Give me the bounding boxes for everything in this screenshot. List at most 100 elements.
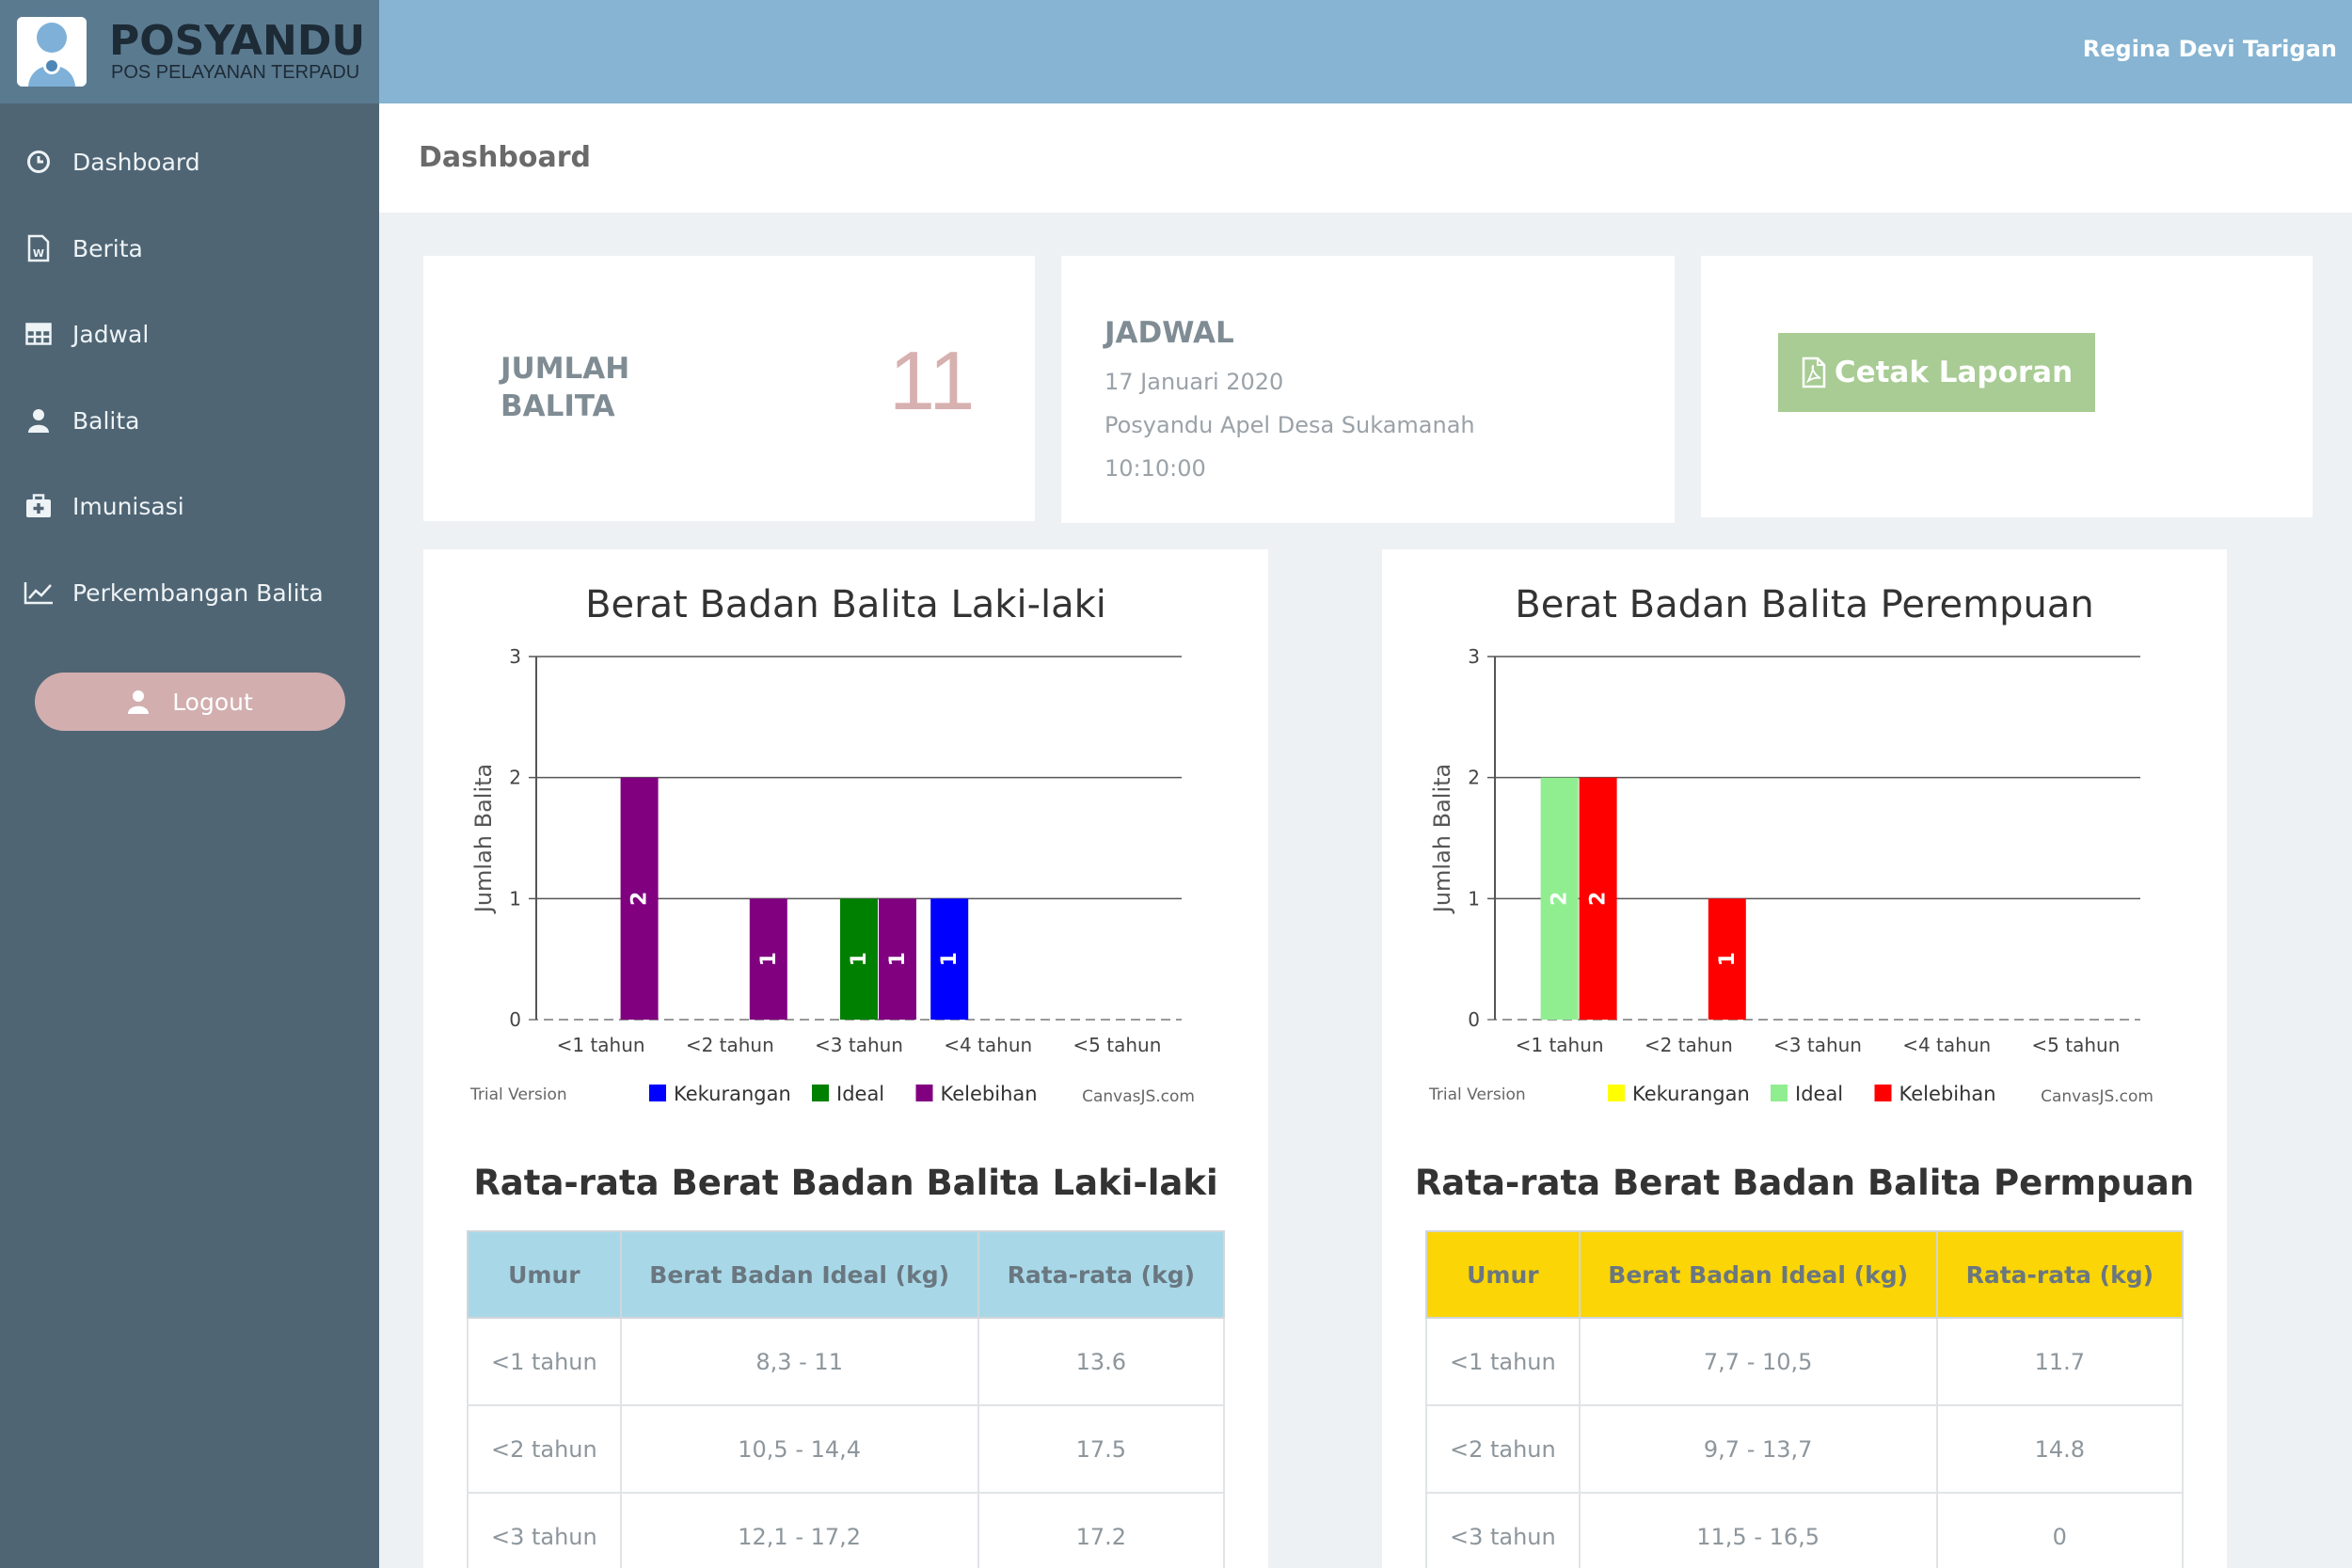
medkit-icon bbox=[24, 491, 54, 521]
jumlah-balita-card: JUMLAH BALITA 11 bbox=[423, 256, 1035, 521]
document-icon: W bbox=[24, 233, 54, 263]
x-tick-label: <2 tahun bbox=[686, 1034, 774, 1056]
cell-umur: <1 tahun bbox=[1425, 1317, 1581, 1406]
chart-laki-laki: Berat Badan Balita Laki-laki Jumlah Balit… bbox=[469, 583, 1195, 1106]
bar-data-label: 1 bbox=[938, 952, 961, 966]
chart-perempuan: Berat Badan Balita Perempuan Jumlah Balit… bbox=[1428, 583, 2153, 1106]
bar-data-label: 2 bbox=[1549, 892, 1572, 906]
column-header-rata-rata: Rata-rata (kg) bbox=[1935, 1230, 2185, 1319]
user-icon bbox=[127, 689, 150, 714]
table-row: <3 tahun 12,1 - 17,2 17.2 bbox=[467, 1492, 1226, 1568]
cell-berat-ideal: 10,5 - 14,4 bbox=[619, 1404, 979, 1494]
sidebar-item-berita[interactable]: W Berita bbox=[0, 215, 379, 281]
legend-swatch bbox=[1874, 1085, 1892, 1101]
column-header-berat-ideal: Berat Badan Ideal (kg) bbox=[619, 1230, 979, 1319]
chart-panel-perempuan: Berat Badan Balita Perempuan Jumlah Balit… bbox=[1382, 549, 2227, 1568]
cell-umur: <2 tahun bbox=[467, 1404, 622, 1494]
svg-text:W: W bbox=[33, 247, 44, 260]
sidebar-item-dashboard[interactable]: Dashboard bbox=[0, 129, 379, 195]
page-header: Dashboard bbox=[379, 103, 2352, 213]
chart-credit: CanvasJS.com bbox=[2041, 1087, 2153, 1106]
logout-button[interactable]: Logout bbox=[35, 673, 345, 731]
jadwal-place: Posyandu Apel Desa Sukamanah bbox=[1104, 412, 1475, 438]
legend-swatch bbox=[915, 1085, 933, 1101]
table-row: <1 tahun 8,3 - 11 13.6 bbox=[467, 1317, 1226, 1406]
legend-swatch bbox=[1771, 1085, 1788, 1101]
brand-subtitle: POS PELAYANAN TERPADU bbox=[111, 62, 360, 83]
sidebar-item-label: Berita bbox=[72, 234, 143, 262]
jumlah-balita-label: JUMLAH BALITA bbox=[501, 352, 630, 423]
y-tick-label: 2 bbox=[509, 767, 521, 789]
chart-credit: CanvasJS.com bbox=[1082, 1087, 1195, 1106]
bar-data-label: 2 bbox=[1587, 892, 1611, 906]
user-name[interactable]: Regina Devi Tarigan bbox=[2083, 36, 2337, 62]
column-header-umur: Umur bbox=[467, 1230, 622, 1319]
chart-title: Berat Badan Balita Laki-laki bbox=[585, 583, 1106, 626]
table-row: <3 tahun 11,5 - 16,5 0 bbox=[1425, 1492, 2185, 1568]
cetak-laporan-button[interactable]: Cetak Laporan bbox=[1778, 333, 2095, 412]
jumlah-balita-value: 11 bbox=[889, 334, 976, 427]
clock-icon bbox=[24, 147, 54, 177]
chart-panel-laki-laki: Berat Badan Balita Laki-laki Jumlah Balit… bbox=[423, 549, 1268, 1568]
x-tick-label: <3 tahun bbox=[815, 1034, 903, 1056]
x-tick-label: <3 tahun bbox=[1773, 1034, 1862, 1056]
cell-rata-rata: 0 bbox=[1935, 1492, 2185, 1568]
sidebar-item-label: Perkembangan Balita bbox=[72, 578, 324, 607]
user-icon bbox=[24, 405, 54, 436]
y-tick-label: 0 bbox=[509, 1008, 521, 1031]
legend-label: Kelebihan bbox=[941, 1083, 1038, 1105]
brand[interactable]: POSYANDU POS PELAYANAN TERPADU bbox=[0, 0, 379, 103]
x-tick-label: <1 tahun bbox=[557, 1034, 645, 1056]
cell-umur: <1 tahun bbox=[467, 1317, 622, 1406]
cetak-laporan-label: Cetak Laporan bbox=[1834, 356, 2074, 389]
sidebar-item-imunisasi[interactable]: Imunisasi bbox=[0, 473, 379, 539]
y-axis-label: Jumlah Balita bbox=[470, 764, 497, 915]
avg-table-perempuan: Umur Berat Badan Ideal (kg) Rata-rata (k… bbox=[1425, 1230, 2185, 1568]
sidebar-item-label: Jadwal bbox=[72, 320, 150, 348]
brand-title: POSYANDU bbox=[109, 17, 366, 65]
cell-berat-ideal: 8,3 - 11 bbox=[619, 1317, 979, 1406]
column-header-rata-rata: Rata-rata (kg) bbox=[977, 1230, 1226, 1319]
y-tick-label: 3 bbox=[1468, 645, 1480, 668]
jadwal-time: 10:10:00 bbox=[1104, 455, 1206, 482]
table-row: <2 tahun 9,7 - 13,7 14.8 bbox=[1425, 1404, 2185, 1494]
cell-rata-rata: 17.5 bbox=[977, 1404, 1226, 1494]
column-header-umur: Umur bbox=[1425, 1230, 1581, 1319]
table-icon bbox=[24, 319, 54, 349]
cell-umur: <3 tahun bbox=[1425, 1492, 1581, 1568]
column-header-berat-ideal: Berat Badan Ideal (kg) bbox=[1578, 1230, 1938, 1319]
cell-berat-ideal: 9,7 - 13,7 bbox=[1578, 1404, 1938, 1494]
x-tick-label: <4 tahun bbox=[1902, 1034, 1991, 1056]
x-tick-label: <5 tahun bbox=[2031, 1034, 2120, 1056]
sidebar-item-label: Balita bbox=[72, 406, 140, 435]
cell-rata-rata: 13.6 bbox=[977, 1317, 1226, 1406]
cell-berat-ideal: 11,5 - 16,5 bbox=[1578, 1492, 1938, 1568]
legend-swatch bbox=[1608, 1085, 1625, 1101]
x-tick-label: <5 tahun bbox=[1073, 1034, 1161, 1056]
table-row: <1 tahun 7,7 - 10,5 11.7 bbox=[1425, 1317, 2185, 1406]
logout-label: Logout bbox=[172, 688, 253, 716]
cell-berat-ideal: 7,7 - 10,5 bbox=[1578, 1317, 1938, 1406]
sidebar-item-jadwal[interactable]: Jadwal bbox=[0, 301, 379, 367]
sidebar-item-balita[interactable]: Balita bbox=[0, 388, 379, 453]
cell-rata-rata: 14.8 bbox=[1935, 1404, 2185, 1494]
jadwal-date: 17 Januari 2020 bbox=[1104, 369, 1284, 395]
sidebar-item-perkembangan-balita[interactable]: Perkembangan Balita bbox=[0, 560, 379, 626]
jadwal-title: JADWAL bbox=[1104, 316, 1234, 350]
page-title: Dashboard bbox=[419, 141, 591, 174]
line-chart-icon bbox=[24, 578, 54, 608]
cell-berat-ideal: 12,1 - 17,2 bbox=[619, 1492, 979, 1568]
bar-data-label: 2 bbox=[628, 892, 652, 906]
bar-data-label: 1 bbox=[757, 952, 781, 966]
bar-data-label: 1 bbox=[1716, 952, 1740, 966]
cell-umur: <2 tahun bbox=[1425, 1404, 1581, 1494]
chart-watermark: Trial Version bbox=[1428, 1085, 1526, 1104]
sidebar-item-label: Imunisasi bbox=[72, 492, 184, 520]
x-tick-label: <1 tahun bbox=[1516, 1034, 1604, 1056]
legend-label: Ideal bbox=[836, 1083, 884, 1105]
y-axis-label: Jumlah Balita bbox=[1429, 764, 1455, 915]
legend-swatch bbox=[812, 1085, 829, 1101]
x-tick-label: <2 tahun bbox=[1645, 1034, 1733, 1056]
avg-table-laki-laki: Umur Berat Badan Ideal (kg) Rata-rata (k… bbox=[467, 1230, 1226, 1568]
table-header-row: Umur Berat Badan Ideal (kg) Rata-rata (k… bbox=[467, 1230, 1226, 1319]
